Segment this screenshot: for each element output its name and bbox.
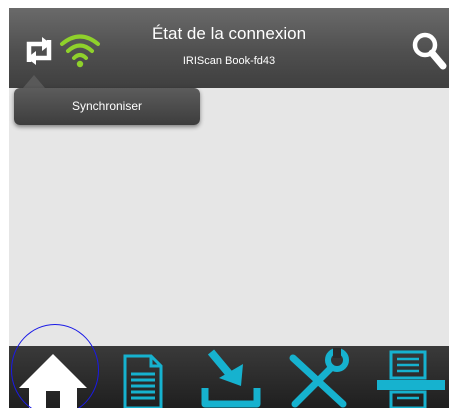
download-icon	[201, 349, 261, 408]
nav-documents[interactable]	[105, 346, 185, 408]
page-title: État de la connexion	[151, 24, 307, 43]
nav-scanner[interactable]	[371, 346, 449, 408]
tooltip-pointer	[23, 75, 45, 88]
home-icon	[19, 354, 87, 408]
header-bar: État de la connexion IRIScan Book-fd43	[9, 8, 449, 88]
main-content	[9, 88, 449, 346]
search-icon[interactable]	[411, 31, 447, 71]
nav-download[interactable]	[191, 346, 271, 408]
scanner-icon	[377, 350, 445, 408]
document-icon	[123, 354, 163, 408]
sync-tooltip[interactable]: Synchroniser	[14, 88, 200, 125]
app-window: État de la connexion IRIScan Book-fd43 S…	[9, 8, 449, 408]
settings-tools-icon	[289, 348, 349, 408]
device-name: IRIScan Book-fd43	[182, 55, 276, 67]
nav-settings[interactable]	[279, 346, 359, 408]
bottom-navigation	[9, 346, 449, 408]
sync-tooltip-label: Synchroniser	[71, 99, 143, 113]
nav-home[interactable]	[13, 346, 93, 408]
